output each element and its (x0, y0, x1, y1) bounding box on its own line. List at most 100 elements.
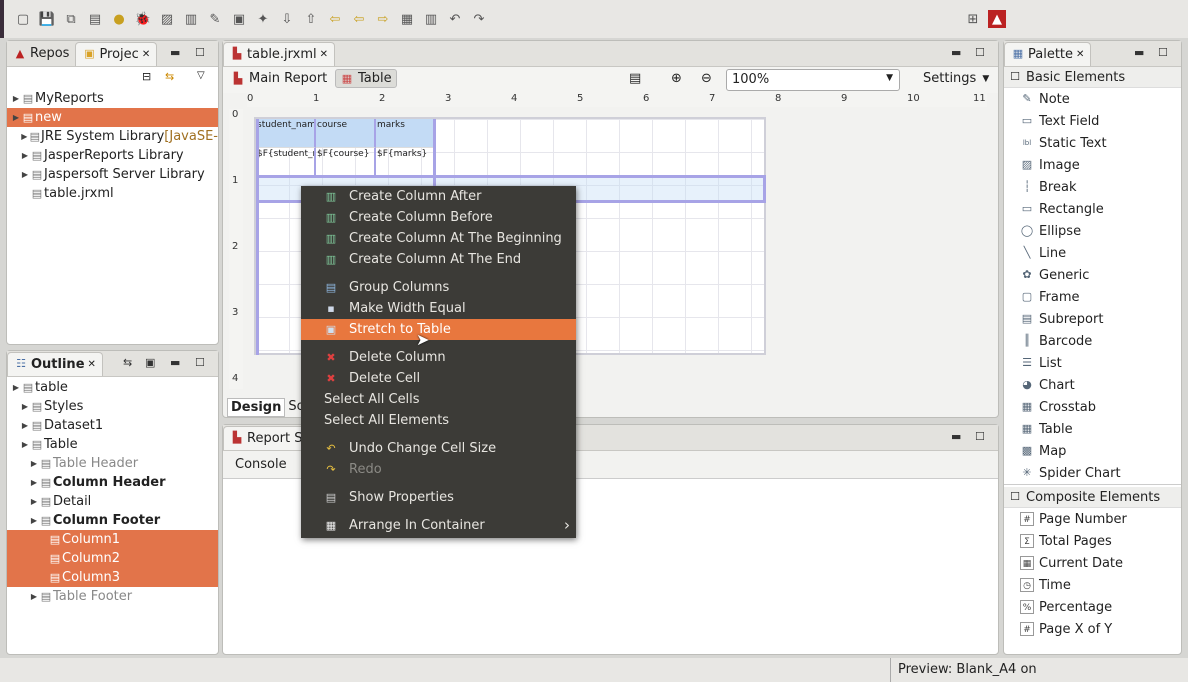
redo-icon[interactable]: ↷ (470, 10, 488, 28)
palette-item[interactable]: # Page Number (1004, 508, 1181, 530)
expand-arrow-icon[interactable]: ▶ (11, 94, 21, 103)
main-report-breadcrumb[interactable]: ▙ Main Report (231, 71, 328, 86)
maximize-icon[interactable]: ☐ (975, 430, 985, 443)
palette-item[interactable]: Σ Total Pages (1004, 530, 1181, 552)
tab-table-jrxml[interactable]: ▙ table.jrxml ✕ (223, 41, 336, 66)
palette-item[interactable]: ▦ Crosstab (1004, 396, 1181, 418)
tree-item[interactable]: ▶ ▤ Dataset1 (7, 416, 218, 435)
tree-item[interactable]: ▶ ▤ new (7, 108, 218, 127)
minimize-icon[interactable]: ▬ (170, 46, 180, 59)
palette-item[interactable]: ╲ Line (1004, 242, 1181, 264)
tree-item[interactable]: ▤ Column3 (7, 568, 218, 587)
menu-item[interactable]: ▤ Group Columns (301, 277, 576, 298)
expand-arrow-icon[interactable]: ▶ (20, 440, 30, 449)
palette-item[interactable]: ◯ Ellipse (1004, 220, 1181, 242)
menu-item[interactable]: ▤ Show Properties (301, 487, 576, 508)
palette-item[interactable]: ║ Barcode (1004, 330, 1181, 352)
compile-icon[interactable]: ▤ (86, 10, 104, 28)
tree-item[interactable]: ▶ ▤ Column Header (7, 473, 218, 492)
new-icon[interactable]: ▢ (14, 10, 32, 28)
menu-item[interactable]: ↷ Redo (301, 459, 576, 480)
tree-item[interactable]: ▶ ▤ Table Header (7, 454, 218, 473)
close-icon[interactable]: ✕ (88, 359, 96, 370)
palette-item[interactable]: ◷ Time (1004, 574, 1181, 596)
maximize-icon[interactable]: ☐ (195, 46, 205, 59)
close-icon[interactable]: ✕ (142, 49, 150, 60)
expand-arrow-icon[interactable]: ▶ (20, 402, 30, 411)
minimize-icon[interactable]: ▬ (951, 46, 961, 59)
close-icon[interactable]: ✕ (1076, 49, 1084, 60)
tree-item[interactable]: ▶ ▤ JRE System Library [JavaSE- (7, 127, 218, 146)
tree-item[interactable]: ▤ table.jrxml (7, 184, 218, 203)
wand-icon[interactable]: ✦ (254, 10, 272, 28)
palette-item[interactable]: ✎ Note (1004, 88, 1181, 110)
tab-design[interactable]: Design (227, 398, 286, 417)
settings-button[interactable]: Settings ▼ (923, 71, 989, 86)
save-all-icon[interactable]: ⧉ (62, 10, 80, 28)
layout-icon[interactable]: ▤ (629, 71, 641, 86)
publish-icon[interactable]: ▣ (230, 10, 248, 28)
palette-item[interactable]: ▤ Subreport (1004, 308, 1181, 330)
edit-icon[interactable]: ✎ (206, 10, 224, 28)
calendar-icon[interactable]: ▥ (422, 10, 440, 28)
save-icon[interactable]: 💾 (38, 10, 56, 28)
expand-arrow-icon[interactable]: ▶ (20, 132, 29, 141)
layout-icon[interactable]: ▦ (398, 10, 416, 28)
expand-arrow-icon[interactable]: ▶ (29, 497, 39, 506)
palette-item[interactable]: % Percentage (1004, 596, 1181, 618)
menu-item[interactable]: Select All Elements (301, 410, 576, 431)
palette-item[interactable]: ▭ Rectangle (1004, 198, 1181, 220)
palette-item[interactable]: ▢ Frame (1004, 286, 1181, 308)
tree-item[interactable]: ▤ Column2 (7, 549, 218, 568)
prev-annotation-icon[interactable]: ⇧ (302, 10, 320, 28)
tree-item[interactable]: ▶ ▤ Table Footer (7, 587, 218, 606)
zoom-select[interactable]: 100% ▼ (726, 69, 900, 91)
expand-arrow-icon[interactable]: ▶ (20, 421, 30, 430)
palette-item[interactable]: ✳ Spider Chart (1004, 462, 1181, 484)
table-breadcrumb[interactable]: ▦ Table (335, 69, 397, 88)
menu-item[interactable]: ▦ Arrange In Container › (301, 515, 576, 536)
palette-item[interactable]: ◕ Chart (1004, 374, 1181, 396)
menu-item[interactable]: ▣ Stretch to Table (301, 319, 576, 340)
palette-item[interactable]: ▭ Text Field (1004, 110, 1181, 132)
view-menu-icon[interactable]: ▽ (197, 70, 205, 81)
expand-arrow-icon[interactable]: ▶ (29, 516, 39, 525)
maximize-icon[interactable]: ☐ (195, 356, 205, 369)
close-icon[interactable]: ✕ (320, 49, 328, 60)
tree-item[interactable]: ▶ ▤ Table (7, 435, 218, 454)
expand-arrow-icon[interactable]: ▶ (20, 170, 30, 179)
jaspersoft-icon[interactable]: ▲ (988, 10, 1006, 28)
menu-item[interactable]: ↶ Undo Change Cell Size (301, 438, 576, 459)
tree-item[interactable]: ▶ ▤ MyReports (7, 89, 218, 108)
debug-icon[interactable]: 🐞 (134, 10, 152, 28)
perspective-icon[interactable]: ⊞ (964, 10, 982, 28)
zoom-out-icon[interactable]: ⊖ (701, 71, 712, 86)
export-icon[interactable]: ▥ (182, 10, 200, 28)
expand-arrow-icon[interactable]: ▶ (11, 113, 21, 122)
next-annotation-icon[interactable]: ⇩ (278, 10, 296, 28)
minimize-icon[interactable]: ▬ (951, 430, 961, 443)
menu-item[interactable]: Select All Cells (301, 389, 576, 410)
tab-project[interactable]: ▣ Projec ✕ (75, 41, 158, 66)
tree-item[interactable]: ▶ ▤ JasperReports Library (7, 146, 218, 165)
palette-item[interactable]: ▦Custom Visualization (1004, 484, 1181, 485)
palette-item[interactable]: ▦ Current Date (1004, 552, 1181, 574)
palette-item[interactable]: ▦ Table (1004, 418, 1181, 440)
palette-item[interactable]: ▩ Map (1004, 440, 1181, 462)
palette-item[interactable]: lbl Static Text (1004, 132, 1181, 154)
link-editor-icon[interactable]: ⇆ (165, 70, 174, 83)
run-icon[interactable]: ● (110, 10, 128, 28)
basic-elements-header[interactable]: ☐ Basic Elements (1004, 67, 1181, 88)
tree-item[interactable]: ▶ ▤ Column Footer (7, 511, 218, 530)
forward-icon[interactable]: ⇨ (374, 10, 392, 28)
menu-item[interactable]: ✖ Delete Column (301, 347, 576, 368)
menu-item[interactable]: ▥ Create Column After (301, 186, 576, 207)
tree-item[interactable]: ▤ Column1 (7, 530, 218, 549)
tab-palette[interactable]: ▦ Palette ✕ (1004, 41, 1092, 66)
maximize-icon[interactable]: ☐ (975, 46, 985, 59)
minimize-icon[interactable]: ▬ (1134, 46, 1144, 59)
menu-item[interactable]: ▥ Create Column Before (301, 207, 576, 228)
back-icon[interactable]: ⇦ (350, 10, 368, 28)
undo-icon[interactable]: ↶ (446, 10, 464, 28)
tree-item[interactable]: ▶ ▤ Detail (7, 492, 218, 511)
